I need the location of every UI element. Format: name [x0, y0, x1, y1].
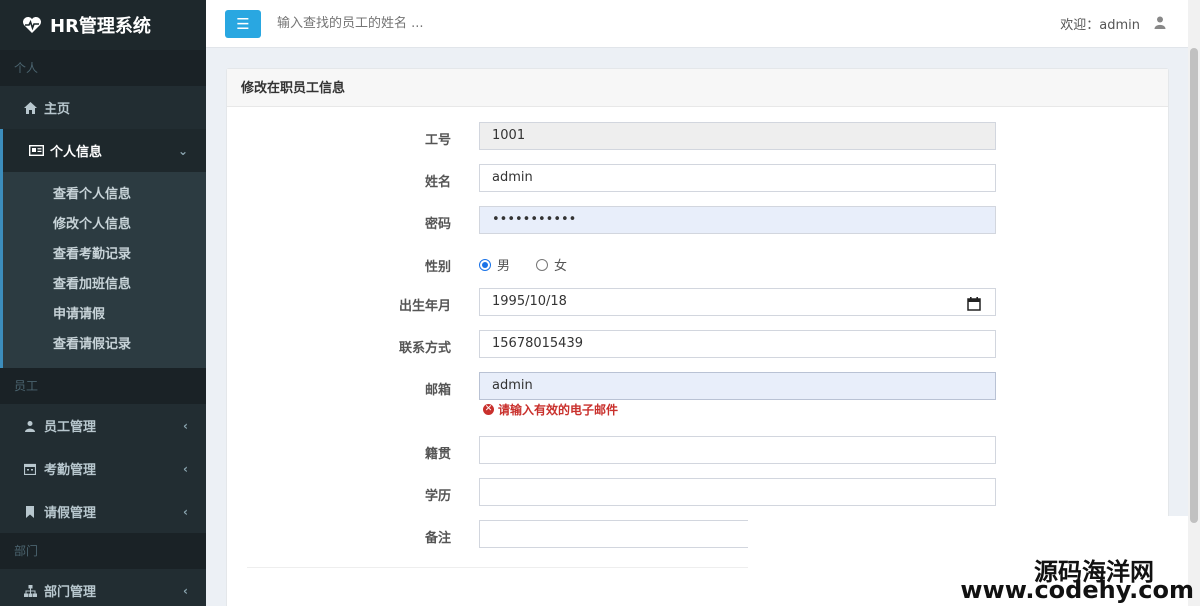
- email-error-message: ✕ 请输入有效的电子邮件: [483, 401, 618, 418]
- phone-field[interactable]: 15678015439: [479, 330, 996, 358]
- row-name: 姓名 admin: [227, 164, 1170, 194]
- submenu-item-attendance[interactable]: 查看考勤记录: [3, 240, 206, 270]
- menu-icon: ☰: [236, 14, 250, 33]
- hometown-label: 籍贯: [424, 447, 451, 462]
- row-phone: 联系方式 15678015439: [227, 330, 1170, 360]
- name-label: 姓名: [424, 175, 451, 190]
- sidebar-item-attendance-mgmt[interactable]: 考勤管理 ‹: [0, 447, 206, 490]
- submenu-item-apply-leave[interactable]: 申请请假: [3, 300, 206, 330]
- birthday-label: 出生年月: [398, 299, 451, 314]
- password-label: 密码: [424, 217, 451, 232]
- brand[interactable]: HR管理系统: [0, 0, 206, 50]
- chevron-left-icon: ‹: [183, 504, 188, 519]
- phone-label: 联系方式: [398, 341, 451, 356]
- birthday-value: 1995/10/18: [492, 294, 567, 309]
- gender-female-label: 女: [554, 259, 568, 274]
- sidebar-item-leave-mgmt[interactable]: 请假管理 ‹: [0, 490, 206, 533]
- sidebar-item-home[interactable]: 主页: [0, 86, 206, 129]
- welcome-text: 欢迎：admin: [1060, 18, 1140, 33]
- home-icon: [22, 101, 38, 114]
- education-label: 学历: [424, 489, 451, 504]
- sidebar-item-staff-mgmt[interactable]: 员工管理 ‹: [0, 404, 206, 447]
- email-error-text: 请输入有效的电子邮件: [498, 403, 619, 417]
- sidebar-item-label: 请假管理: [44, 506, 97, 521]
- email-field[interactable]: admin: [479, 372, 996, 400]
- sidebar-item-dept-mgmt[interactable]: 部门管理 ‹: [0, 569, 206, 606]
- heartbeat-icon: [23, 17, 41, 33]
- remark-label: 备注: [424, 531, 451, 546]
- app-title: HR管理系统: [50, 16, 151, 37]
- row-emp-no: 工号 1001: [227, 122, 1170, 152]
- row-hometown: 籍贯: [227, 436, 1170, 466]
- section-personal: 个人: [0, 50, 206, 86]
- sidebar-item-label: 员工管理: [44, 420, 97, 435]
- scrollbar-thumb[interactable]: [1190, 48, 1198, 523]
- education-field[interactable]: [479, 478, 996, 506]
- gender-radio-group: 男 女: [479, 255, 567, 274]
- submenu-item-edit-info[interactable]: 修改个人信息: [3, 210, 206, 240]
- calendar-icon: [22, 463, 38, 475]
- submenu-item-overtime[interactable]: 查看加班信息: [3, 270, 206, 300]
- sidebar-item-personal-info[interactable]: 个人信息 ⌄: [0, 129, 206, 172]
- users-icon: [22, 420, 38, 432]
- hometown-field[interactable]: [479, 436, 996, 464]
- row-email: 邮箱 admin: [227, 372, 1170, 402]
- page-scrollbar[interactable]: [1188, 0, 1200, 606]
- chevron-left-icon: ‹: [183, 418, 188, 433]
- chevron-left-icon: ‹: [183, 461, 188, 476]
- sidebar: HR管理系统 个人 主页 个人信息 ⌄ 查看个人信息 修改个人信息 查看考勤记录…: [0, 0, 206, 606]
- birthday-field[interactable]: 1995/10/18: [479, 288, 996, 316]
- row-gender: 性别 男 女: [227, 249, 1170, 279]
- sidebar-toggle-button[interactable]: ☰: [225, 9, 261, 38]
- submenu-item-leave-records[interactable]: 查看请假记录: [3, 330, 206, 360]
- submenu-item-view-info[interactable]: 查看个人信息: [3, 180, 206, 210]
- gender-label: 性别: [424, 260, 451, 275]
- password-field[interactable]: •••••••••••: [479, 206, 996, 234]
- section-staff: 员工: [0, 368, 206, 404]
- chevron-down-icon: ⌄: [177, 143, 188, 158]
- email-label: 邮箱: [424, 383, 451, 398]
- error-circle-icon: ✕: [483, 404, 494, 415]
- emp-no-field: 1001: [479, 122, 996, 150]
- row-education: 学历: [227, 478, 1170, 508]
- panel-title: 修改在职员工信息: [227, 69, 1168, 107]
- calendar-picker-icon[interactable]: [967, 295, 981, 321]
- top-header: ☰ 欢迎：admin: [206, 0, 1188, 48]
- chevron-left-icon: ‹: [183, 583, 188, 598]
- emp-no-label: 工号: [424, 133, 451, 148]
- personal-submenu: 查看个人信息 修改个人信息 查看考勤记录 查看加班信息 申请请假 查看请假记录: [0, 172, 206, 368]
- search-input[interactable]: [277, 16, 697, 31]
- user-icon[interactable]: [1154, 16, 1166, 33]
- gender-female-radio[interactable]: [536, 258, 549, 271]
- sitemap-icon: [22, 584, 38, 597]
- sidebar-item-label: 主页: [44, 102, 71, 117]
- row-birthday: 出生年月 1995/10/18: [227, 288, 1170, 318]
- id-card-icon: [28, 145, 44, 156]
- gender-male-radio[interactable]: [479, 258, 491, 271]
- watermark-url: www.codehy.com: [960, 576, 1194, 604]
- sidebar-item-label: 个人信息: [50, 145, 103, 160]
- row-password: 密码 •••••••••••: [227, 206, 1170, 236]
- sidebar-item-label: 部门管理: [44, 585, 97, 600]
- bookmark-icon: [22, 505, 38, 518]
- sidebar-item-label: 考勤管理: [44, 463, 97, 478]
- section-dept: 部门: [0, 533, 206, 569]
- gender-male-label: 男: [497, 259, 511, 274]
- name-field[interactable]: admin: [479, 164, 996, 192]
